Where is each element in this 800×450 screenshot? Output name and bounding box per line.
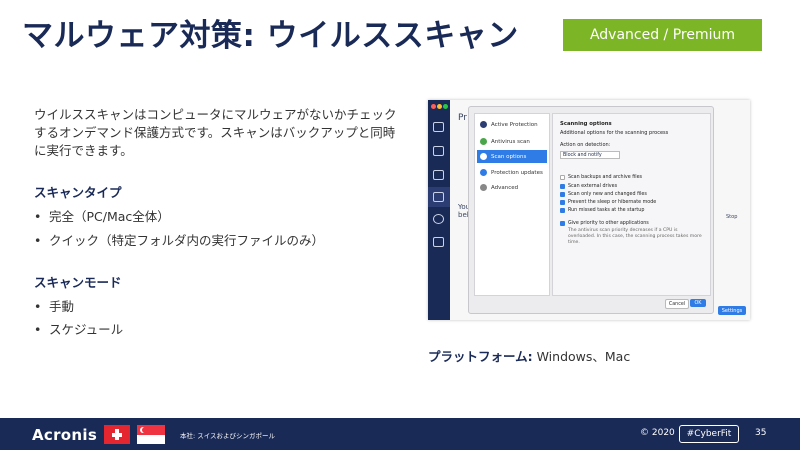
checkbox-external[interactable]: Scan external drives <box>560 184 617 189</box>
checkbox-missed-tasks[interactable]: Run missed tasks at the startup <box>560 208 644 213</box>
headquarters-text: 本社: スイスおよびシンガポール <box>180 432 276 440</box>
swiss-flag-icon <box>104 425 130 444</box>
ok-button[interactable]: OK <box>690 299 706 307</box>
menu-item-active-protection[interactable]: Active Protection <box>477 118 547 131</box>
checkbox-on <box>560 192 565 197</box>
bg-title-fragment: Pr <box>458 113 467 123</box>
scan-type-item: • 完全（PC/Mac全体） <box>34 209 170 224</box>
window-close-dot <box>431 104 436 109</box>
checkbox-priority[interactable]: Give priority to other applications <box>560 221 649 226</box>
scan-types-heading: スキャンタイプ <box>34 185 122 200</box>
menu-item-protection-updates[interactable]: Protection updates <box>477 166 547 179</box>
scan-type-item: • クイック（特定フォルダ内の実行ファイルのみ） <box>34 233 325 248</box>
page-number: 35 <box>755 428 767 438</box>
platform-label: プラットフォーム: <box>428 349 533 364</box>
action-select[interactable]: Block and notify <box>560 151 620 159</box>
panel-heading: Scanning options <box>560 121 612 127</box>
scan-icon <box>480 138 487 145</box>
window-zoom-dot <box>443 104 448 109</box>
shield-icon <box>480 121 487 128</box>
messages-icon <box>433 237 444 247</box>
intro-text: ウイルススキャンはコンピュータにマルウェアがないかチェックするオンデマンド保護方… <box>34 107 397 158</box>
download-icon <box>480 169 487 176</box>
gear-icon <box>480 184 487 191</box>
menu-item-antivirus-scan[interactable]: Antivirus scan <box>477 135 547 148</box>
footer-bar: Acronis 本社: スイスおよびシンガポール © 2020 #CyberFi… <box>0 418 800 450</box>
checkbox-on <box>560 184 565 189</box>
checkbox-off <box>560 175 565 180</box>
app-sidebar <box>428 100 450 320</box>
priority-description: The antivirus scan priority decreases if… <box>568 228 702 245</box>
app-screenshot: Pr You bel Stop Settings Active Protecti… <box>428 100 750 320</box>
platform-line: プラットフォーム: Windows、Mac <box>428 346 630 365</box>
window-minimize-dot <box>437 104 442 109</box>
scan-modes-heading: スキャンモード <box>34 275 122 290</box>
stop-link[interactable]: Stop <box>726 214 737 220</box>
options-panel: Scanning options Additional options for … <box>552 113 711 296</box>
platform-value: Windows、Mac <box>532 349 631 364</box>
checkbox-on <box>560 208 565 213</box>
menu-item-scan-options[interactable]: Scan options <box>477 150 547 163</box>
scan-options-dialog: Active Protection Antivirus scan Scan op… <box>468 106 714 314</box>
acronis-logo: Acronis <box>32 426 98 444</box>
archive-icon <box>433 170 444 180</box>
options-icon <box>480 153 487 160</box>
account-icon <box>433 214 444 224</box>
checkbox-on <box>560 221 565 226</box>
dialog-menu: Active Protection Antivirus scan Scan op… <box>474 113 550 296</box>
checkbox-on <box>560 200 565 205</box>
backup-icon <box>433 146 444 156</box>
dashboard-icon <box>433 122 444 132</box>
singapore-flag-icon <box>137 425 165 444</box>
checkbox-backups[interactable]: Scan backups and archive files <box>560 175 642 180</box>
scan-mode-item: • 手動 <box>34 299 75 314</box>
action-label: Action on detection: <box>560 142 611 148</box>
checkbox-prevent-sleep[interactable]: Prevent the sleep or hibernate mode <box>560 200 656 205</box>
slide-title: マルウェア対策: ウイルススキャン <box>22 18 519 54</box>
checkbox-new-changed[interactable]: Scan only new and changed files <box>560 192 647 197</box>
scan-mode-item: • スケジュール <box>34 322 124 337</box>
shield-icon <box>433 192 444 202</box>
hashtag-badge: #CyberFit <box>679 425 739 443</box>
edition-badge: Advanced / Premium <box>563 19 762 51</box>
cancel-button[interactable]: Cancel <box>665 299 689 309</box>
panel-subheading: Additional options for the scanning proc… <box>560 130 669 136</box>
settings-button[interactable]: Settings <box>718 306 746 315</box>
copyright: © 2020 <box>640 428 675 438</box>
menu-item-advanced[interactable]: Advanced <box>477 181 547 194</box>
